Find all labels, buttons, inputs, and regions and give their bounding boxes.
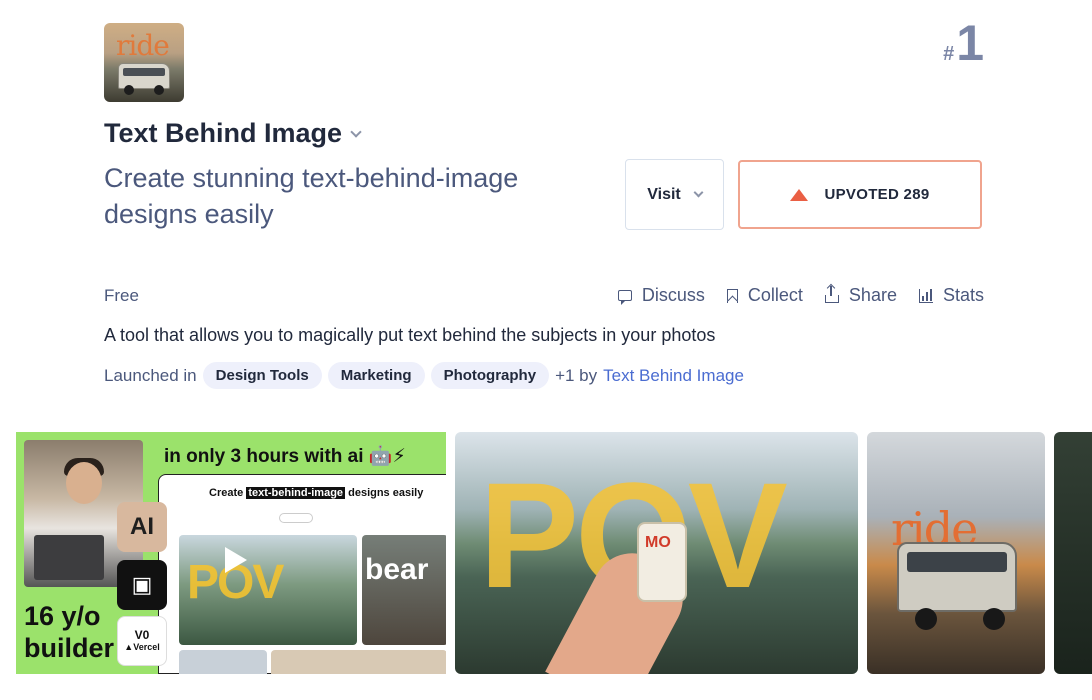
comment-icon bbox=[617, 290, 632, 305]
gallery-image-ride[interactable]: ride bbox=[867, 432, 1045, 674]
action-bar: Discuss Collect Share Stats bbox=[617, 285, 984, 306]
share-button[interactable]: Share bbox=[824, 285, 897, 306]
card-bear-text: bear bbox=[365, 553, 429, 586]
collect-label: Collect bbox=[747, 285, 803, 305]
upvote-triangle-icon bbox=[790, 188, 809, 201]
v0-text: V0 bbox=[134, 628, 150, 642]
van-wheel bbox=[154, 85, 164, 95]
cube-logo-icon: ▣ bbox=[117, 560, 167, 610]
discuss-label: Discuss bbox=[641, 285, 705, 305]
tag-marketing[interactable]: Marketing bbox=[327, 362, 425, 389]
card-image bbox=[271, 650, 446, 674]
card-image-bear bbox=[362, 535, 446, 645]
card-title-highlight: text-behind-image bbox=[246, 487, 346, 499]
van-wheel bbox=[124, 85, 134, 95]
upvote-button[interactable]: UPVOTED 289 bbox=[738, 160, 982, 229]
bookmark-icon bbox=[726, 288, 738, 303]
van-wheel bbox=[915, 608, 937, 630]
card-title-post: designs easily bbox=[348, 487, 424, 499]
card-pill bbox=[279, 513, 313, 523]
rank-number: 1 bbox=[956, 15, 984, 71]
thumbnail-banner: in only 3 hours with ai 🤖⚡ bbox=[164, 446, 406, 467]
visit-button[interactable]: Visit bbox=[625, 159, 724, 230]
share-label: Share bbox=[848, 285, 897, 305]
caption-line1: 16 y/o bbox=[24, 601, 101, 631]
photo-laptop bbox=[34, 535, 104, 580]
gallery-image-partial[interactable] bbox=[1054, 432, 1092, 674]
launched-prefix: Launched in bbox=[104, 365, 197, 385]
gallery-image-pov[interactable]: POV MO bbox=[455, 432, 858, 674]
card-image bbox=[179, 650, 267, 674]
vercel-logo-icon: V0 ▲Vercel bbox=[117, 616, 167, 666]
share-icon bbox=[824, 285, 839, 303]
product-tagline: Create stunning text-behind-image design… bbox=[104, 163, 519, 229]
thumbnail-caption: 16 y/o builder bbox=[24, 600, 114, 664]
chevron-down-icon bbox=[693, 187, 704, 198]
chevron-down-icon[interactable] bbox=[350, 125, 362, 138]
more-tags[interactable]: +1 by bbox=[555, 366, 597, 386]
day-rank: # 1 bbox=[943, 18, 984, 68]
bar-chart-icon bbox=[918, 288, 933, 303]
caption-line2: builder bbox=[24, 633, 115, 663]
stats-label: Stats bbox=[942, 285, 984, 305]
anthropic-logo-icon: AI bbox=[117, 502, 167, 552]
van-wheel bbox=[983, 608, 1005, 630]
launched-in-row: Launched in Design Tools Marketing Photo… bbox=[104, 362, 744, 389]
title-row: Text Behind Image bbox=[104, 118, 362, 149]
discuss-button[interactable]: Discuss bbox=[617, 285, 705, 306]
product-logo[interactable]: ride bbox=[104, 23, 184, 102]
rank-hash: # bbox=[943, 43, 955, 65]
product-title[interactable]: Text Behind Image bbox=[104, 118, 342, 149]
photo-head bbox=[66, 462, 102, 504]
card-title-pre: Create bbox=[209, 487, 244, 499]
tag-design-tools[interactable]: Design Tools bbox=[202, 362, 322, 389]
logo-word: ride bbox=[116, 29, 170, 62]
can-label: MO bbox=[645, 534, 671, 551]
stats-button[interactable]: Stats bbox=[918, 285, 984, 306]
pricing-label: Free bbox=[104, 286, 139, 305]
product-description: A tool that allows you to magically put … bbox=[104, 325, 716, 345]
upvote-label: UPVOTED 289 bbox=[824, 186, 930, 203]
visit-label: Visit bbox=[647, 185, 681, 203]
vercel-text: ▲Vercel bbox=[124, 642, 160, 652]
card-title: Create text-behind-image designs easily bbox=[209, 487, 423, 499]
thumbnail-app-card: Create text-behind-image designs easily … bbox=[158, 474, 446, 674]
maker-link[interactable]: Text Behind Image bbox=[603, 366, 744, 386]
media-gallery: in only 3 hours with ai 🤖⚡ Create text-b… bbox=[16, 432, 1092, 674]
collect-button[interactable]: Collect bbox=[726, 285, 803, 306]
gallery-video-thumbnail[interactable]: in only 3 hours with ai 🤖⚡ Create text-b… bbox=[16, 432, 446, 674]
van-illustration bbox=[897, 542, 1017, 612]
tag-photography[interactable]: Photography bbox=[430, 362, 550, 389]
play-icon[interactable] bbox=[225, 547, 247, 573]
